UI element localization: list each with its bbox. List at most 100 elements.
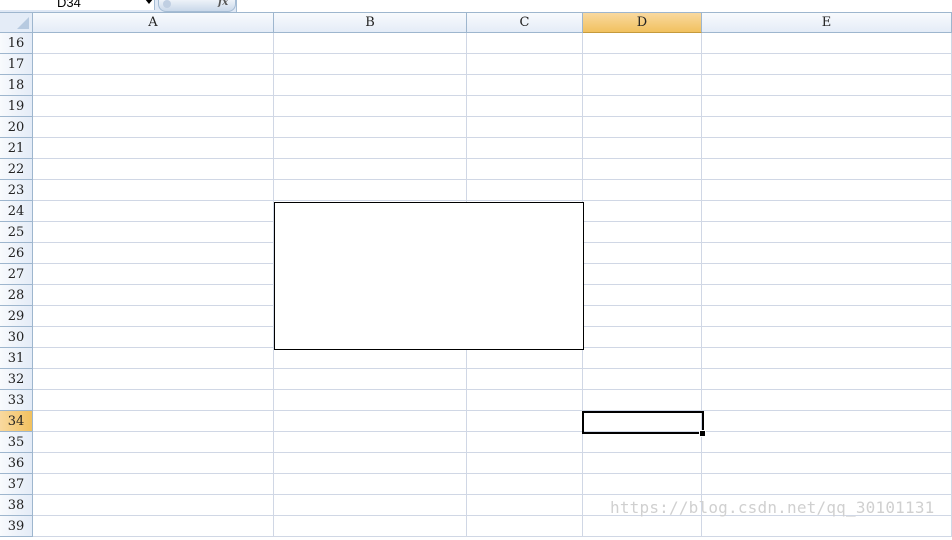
cell-c23[interactable] [467, 180, 583, 201]
cell-c34[interactable] [467, 411, 583, 432]
cell-e18[interactable] [702, 75, 952, 96]
cell-d30[interactable] [583, 327, 702, 348]
cell-b32[interactable] [274, 369, 467, 390]
row-header-17[interactable]: 17 [0, 54, 33, 75]
cell-d25[interactable] [583, 222, 702, 243]
cell-c36[interactable] [467, 453, 583, 474]
cell-a32[interactable] [33, 369, 274, 390]
cell-e35[interactable] [702, 432, 952, 453]
cell-d21[interactable] [583, 138, 702, 159]
cell-e26[interactable] [702, 243, 952, 264]
row-header-30[interactable]: 30 [0, 327, 33, 348]
row-header-37[interactable]: 37 [0, 474, 33, 495]
fill-handle[interactable] [699, 430, 706, 437]
cell-a36[interactable] [33, 453, 274, 474]
row-header-25[interactable]: 25 [0, 222, 33, 243]
cell-e27[interactable] [702, 264, 952, 285]
cell-c18[interactable] [467, 75, 583, 96]
row-header-22[interactable]: 22 [0, 159, 33, 180]
cell-c33[interactable] [467, 390, 583, 411]
row-header-32[interactable]: 32 [0, 369, 33, 390]
row-header-16[interactable]: 16 [0, 33, 33, 54]
cell-e17[interactable] [702, 54, 952, 75]
active-cell-d34[interactable] [582, 411, 704, 434]
column-header-b[interactable]: B [274, 13, 467, 33]
cell-a38[interactable] [33, 495, 274, 516]
cell-a23[interactable] [33, 180, 274, 201]
row-header-36[interactable]: 36 [0, 453, 33, 474]
cell-b34[interactable] [274, 411, 467, 432]
cell-c22[interactable] [467, 159, 583, 180]
cell-a18[interactable] [33, 75, 274, 96]
cell-a24[interactable] [33, 201, 274, 222]
column-header-a[interactable]: A [33, 13, 274, 33]
cell-d29[interactable] [583, 306, 702, 327]
cell-b23[interactable] [274, 180, 467, 201]
cell-d28[interactable] [583, 285, 702, 306]
cell-a29[interactable] [33, 306, 274, 327]
cell-e20[interactable] [702, 117, 952, 138]
cell-d22[interactable] [583, 159, 702, 180]
cell-b22[interactable] [274, 159, 467, 180]
cell-c37[interactable] [467, 474, 583, 495]
cell-d37[interactable] [583, 474, 702, 495]
cell-a21[interactable] [33, 138, 274, 159]
worksheet-grid[interactable]: ABCDE 16 17 18 19 20 21 22 23 24 25 26 27 28 29 30 31 32… [0, 13, 952, 540]
row-header-33[interactable]: 33 [0, 390, 33, 411]
cell-d23[interactable] [583, 180, 702, 201]
row-header-38[interactable]: 38 [0, 495, 33, 516]
cell-b18[interactable] [274, 75, 467, 96]
cell-a30[interactable] [33, 327, 274, 348]
cell-d35[interactable] [583, 432, 702, 453]
column-header-e[interactable]: E [702, 13, 952, 33]
cell-a33[interactable] [33, 390, 274, 411]
formula-input[interactable] [236, 0, 952, 12]
cell-c32[interactable] [467, 369, 583, 390]
cell-d16[interactable] [583, 33, 702, 54]
cell-a37[interactable] [33, 474, 274, 495]
cell-b36[interactable] [274, 453, 467, 474]
cell-a20[interactable] [33, 117, 274, 138]
row-header-20[interactable]: 20 [0, 117, 33, 138]
cell-a39[interactable] [33, 516, 274, 537]
cell-d24[interactable] [583, 201, 702, 222]
cell-d17[interactable] [583, 54, 702, 75]
cell-e28[interactable] [702, 285, 952, 306]
cell-d18[interactable] [583, 75, 702, 96]
cell-d20[interactable] [583, 117, 702, 138]
cell-e22[interactable] [702, 159, 952, 180]
cell-e34[interactable] [702, 411, 952, 432]
cell-c16[interactable] [467, 33, 583, 54]
cell-e36[interactable] [702, 453, 952, 474]
row-header-34[interactable]: 34 [0, 411, 33, 432]
cell-a22[interactable] [33, 159, 274, 180]
cell-e24[interactable] [702, 201, 952, 222]
cell-d31[interactable] [583, 348, 702, 369]
cell-d26[interactable] [583, 243, 702, 264]
row-header-23[interactable]: 23 [0, 180, 33, 201]
cell-a34[interactable] [33, 411, 274, 432]
cell-d32[interactable] [583, 369, 702, 390]
cell-a17[interactable] [33, 54, 274, 75]
cell-b16[interactable] [274, 33, 467, 54]
cell-b20[interactable] [274, 117, 467, 138]
cell-b33[interactable] [274, 390, 467, 411]
cell-c39[interactable] [467, 516, 583, 537]
insert-function-icon[interactable]: fx [218, 0, 228, 8]
cell-a19[interactable] [33, 96, 274, 117]
column-header-d[interactable]: D [583, 13, 702, 33]
row-header-24[interactable]: 24 [0, 201, 33, 222]
cell-b35[interactable] [274, 432, 467, 453]
cell-d33[interactable] [583, 390, 702, 411]
cell-e19[interactable] [702, 96, 952, 117]
name-box[interactable]: D34 [0, 0, 155, 10]
row-header-27[interactable]: 27 [0, 264, 33, 285]
grip-icon[interactable] [163, 0, 171, 8]
cell-e31[interactable] [702, 348, 952, 369]
row-header-39[interactable]: 39 [0, 516, 33, 537]
cell-a28[interactable] [33, 285, 274, 306]
cell-e16[interactable] [702, 33, 952, 54]
cell-a27[interactable] [33, 264, 274, 285]
row-header-28[interactable]: 28 [0, 285, 33, 306]
cell-c31[interactable] [467, 348, 583, 369]
